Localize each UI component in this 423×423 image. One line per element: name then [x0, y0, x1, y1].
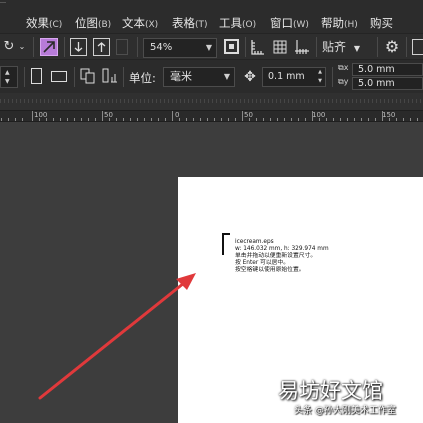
arrow-shaft [38, 281, 186, 400]
annotation-arrow [38, 273, 196, 400]
